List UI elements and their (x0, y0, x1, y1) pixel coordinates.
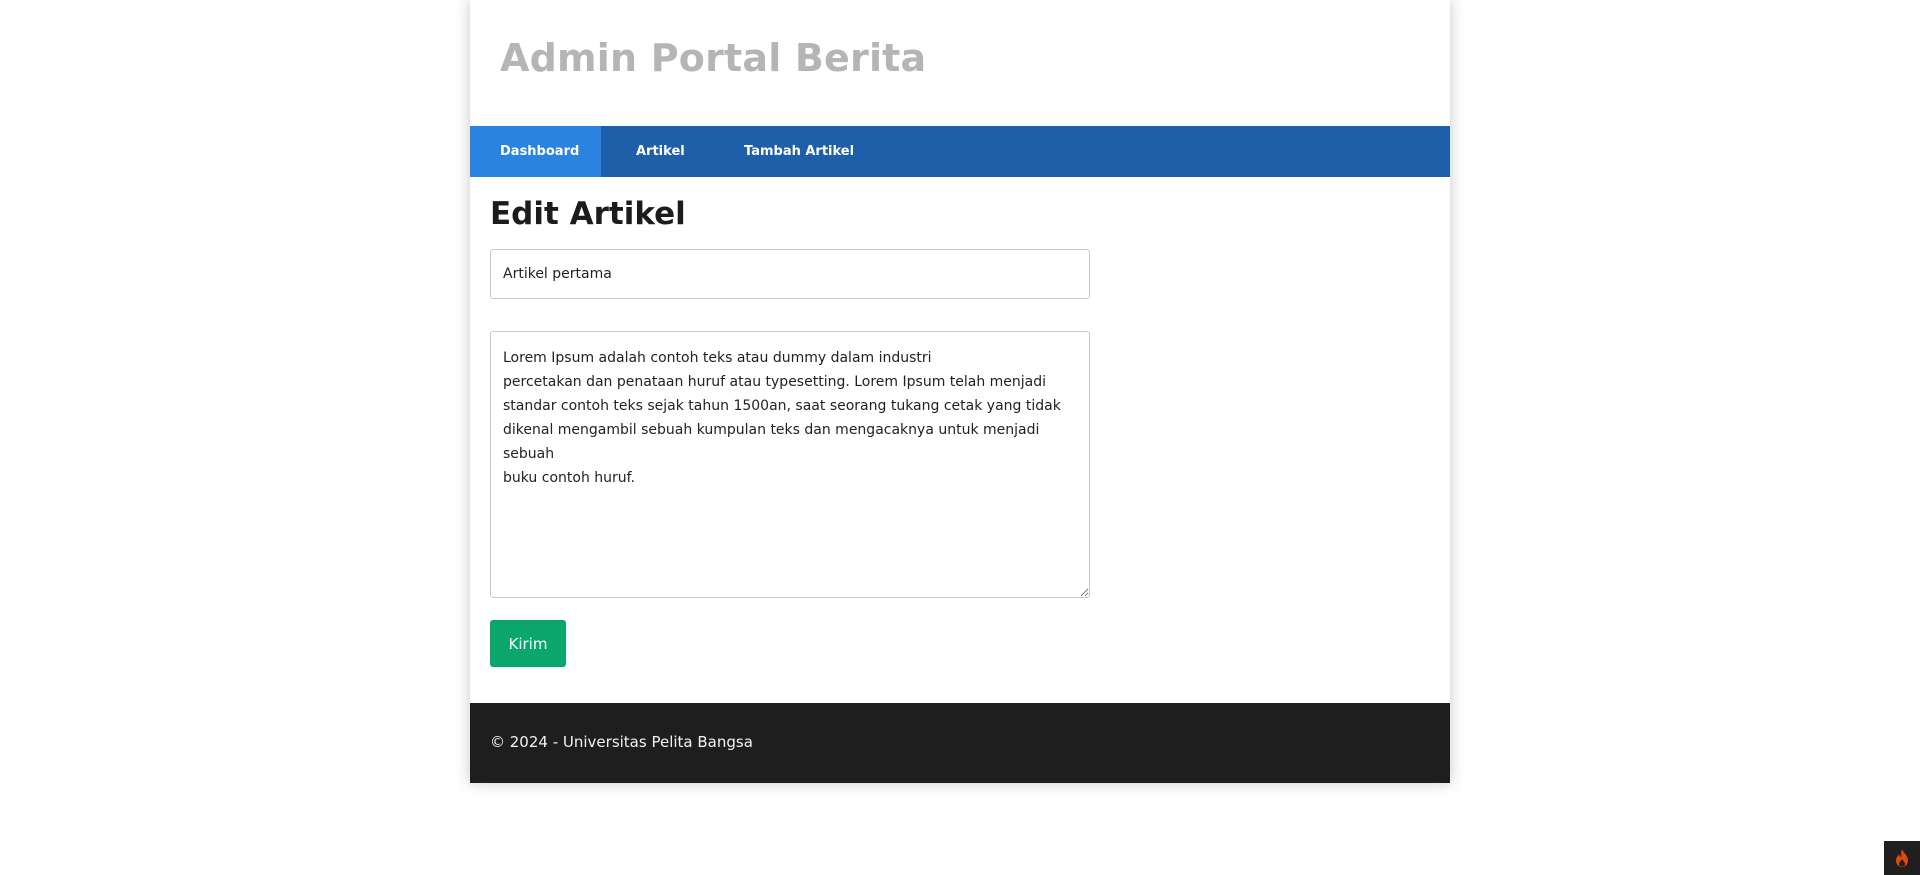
nav-item-artikel[interactable]: Artikel (601, 126, 710, 177)
main-nav: Dashboard Artikel Tambah Artikel (470, 126, 1450, 177)
site-footer: © 2024 - Universitas Pelita Bangsa (470, 703, 1450, 783)
debug-toolbar-toggle[interactable] (1884, 841, 1920, 875)
content-textarea[interactable]: Lorem Ipsum adalah contoh teks atau dumm… (490, 331, 1090, 598)
nav-item-dashboard[interactable]: Dashboard (470, 126, 601, 177)
submit-button[interactable]: Kirim (490, 620, 566, 667)
page-container: Admin Portal Berita Dashboard Artikel Ta… (470, 0, 1450, 783)
nav-item-tambah-artikel[interactable]: Tambah Artikel (710, 126, 870, 177)
site-header: Admin Portal Berita (470, 0, 1450, 126)
page-title: Edit Artikel (490, 196, 686, 232)
site-title: Admin Portal Berita (500, 36, 927, 80)
footer-copyright: © 2024 - Universitas Pelita Bangsa (490, 733, 753, 751)
title-input[interactable] (490, 249, 1090, 299)
flame-icon (1896, 849, 1908, 867)
